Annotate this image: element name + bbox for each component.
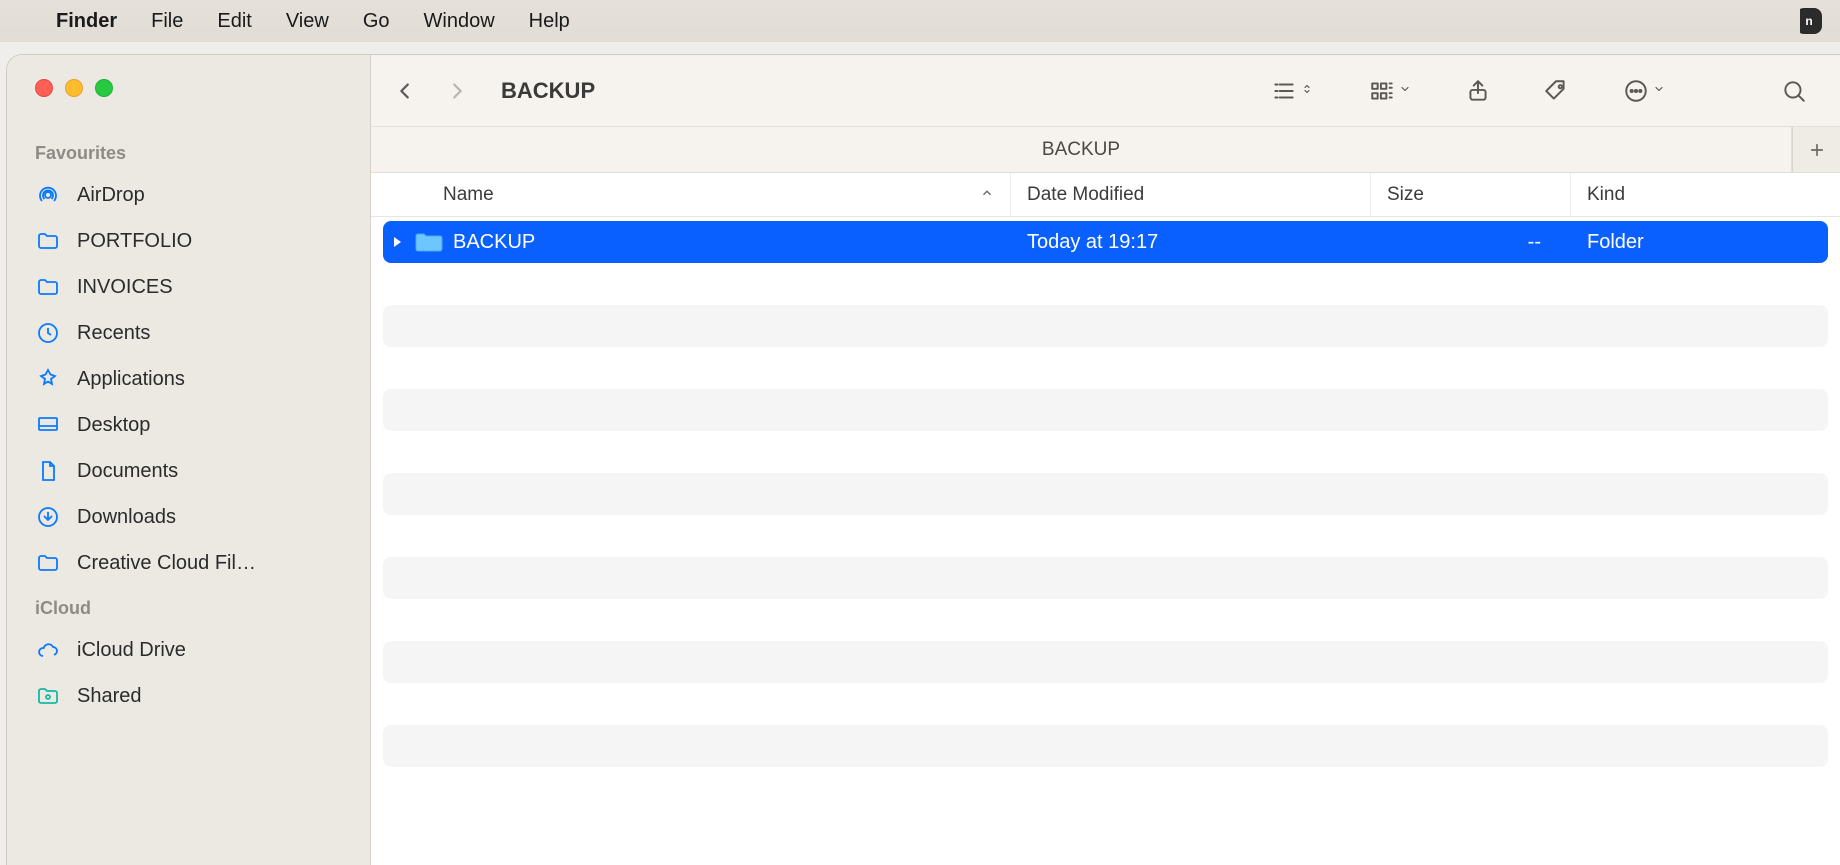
airdrop-icon xyxy=(35,183,61,207)
file-name: BACKUP xyxy=(453,231,535,254)
sidebar-item-label: AirDrop xyxy=(77,184,145,207)
desktop-icon xyxy=(35,413,61,437)
empty-row: . xyxy=(383,347,1828,389)
sidebar-item-applications[interactable]: Applications xyxy=(7,356,370,402)
sidebar-item-label: Creative Cloud Fil… xyxy=(77,552,256,575)
chevron-down-icon xyxy=(1399,82,1411,100)
menubar-app-icon[interactable]: n xyxy=(1796,8,1822,34)
main-pane: BACKUP xyxy=(371,55,1840,865)
share-button[interactable] xyxy=(1452,69,1504,113)
new-tab-button[interactable] xyxy=(1792,127,1840,172)
sidebar-item-label: Documents xyxy=(77,460,178,483)
column-label: Size xyxy=(1387,184,1424,206)
view-mode-button[interactable] xyxy=(1256,69,1328,113)
column-size[interactable]: Size xyxy=(1371,173,1571,216)
zoom-window-button[interactable] xyxy=(95,79,113,97)
menu-file[interactable]: File xyxy=(151,10,183,33)
clock-icon xyxy=(35,321,61,345)
sidebar-item-invoices[interactable]: INVOICES xyxy=(7,264,370,310)
folder-icon xyxy=(35,551,61,575)
column-date-modified[interactable]: Date Modified xyxy=(1011,173,1371,216)
column-label: Date Modified xyxy=(1027,184,1144,206)
menu-app-name[interactable]: Finder xyxy=(56,10,117,33)
sidebar-item-label: Shared xyxy=(77,685,142,708)
file-date: Today at 19:17 xyxy=(1011,231,1371,254)
window-controls xyxy=(7,79,370,97)
search-button[interactable] xyxy=(1768,69,1820,113)
sidebar-item-label: PORTFOLIO xyxy=(77,230,192,253)
column-label: Name xyxy=(443,184,494,206)
disclosure-triangle-icon[interactable] xyxy=(389,236,405,248)
sidebar-item-icloud-drive[interactable]: iCloud Drive xyxy=(7,627,370,673)
group-by-button[interactable] xyxy=(1354,69,1426,113)
sidebar-item-label: INVOICES xyxy=(77,276,173,299)
file-row[interactable]: BACKUP Today at 19:17 -- Folder xyxy=(383,221,1828,263)
file-kind: Folder xyxy=(1571,231,1828,254)
column-name[interactable]: Name xyxy=(371,173,1011,216)
macos-menubar: Finder File Edit View Go Window Help n xyxy=(0,0,1840,42)
nav-back-button[interactable] xyxy=(383,69,427,113)
file-list: BACKUP Today at 19:17 -- Folder . . . . … xyxy=(371,217,1840,865)
sidebar: Favourites AirDrop PORTFOLIO INVOICES Re… xyxy=(7,55,371,865)
sidebar-item-shared[interactable]: Shared xyxy=(7,673,370,719)
empty-row: . xyxy=(383,641,1828,683)
nav-forward-button[interactable] xyxy=(435,69,479,113)
sort-ascending-icon xyxy=(980,184,994,206)
sidebar-item-desktop[interactable]: Desktop xyxy=(7,402,370,448)
toolbar: BACKUP xyxy=(371,55,1840,127)
empty-row: . xyxy=(383,263,1828,305)
chevron-down-icon xyxy=(1653,82,1665,100)
sidebar-item-label: Applications xyxy=(77,368,185,391)
downloads-icon xyxy=(35,505,61,529)
document-icon xyxy=(35,459,61,483)
menu-view[interactable]: View xyxy=(286,10,329,33)
file-size: -- xyxy=(1371,231,1571,254)
sidebar-item-label: iCloud Drive xyxy=(77,639,186,662)
column-headers: Name Date Modified Size Kind xyxy=(371,173,1840,217)
folder-icon xyxy=(35,275,61,299)
folder-icon xyxy=(415,231,443,253)
sidebar-item-creative-cloud[interactable]: Creative Cloud Fil… xyxy=(7,540,370,586)
sidebar-section-icloud: iCloud xyxy=(7,598,370,619)
menu-edit[interactable]: Edit xyxy=(217,10,251,33)
tags-button[interactable] xyxy=(1530,69,1582,113)
empty-row: . xyxy=(383,557,1828,599)
stepper-icon xyxy=(1301,82,1313,100)
minimize-window-button[interactable] xyxy=(65,79,83,97)
sidebar-item-documents[interactable]: Documents xyxy=(7,448,370,494)
window-title: BACKUP xyxy=(501,78,595,104)
sidebar-item-portfolio[interactable]: PORTFOLIO xyxy=(7,218,370,264)
applications-icon xyxy=(35,367,61,391)
menu-window[interactable]: Window xyxy=(424,10,495,33)
menu-help[interactable]: Help xyxy=(529,10,570,33)
empty-row: . xyxy=(383,431,1828,473)
column-kind[interactable]: Kind xyxy=(1571,173,1840,216)
folder-icon xyxy=(35,229,61,253)
tab-current[interactable]: BACKUP xyxy=(371,127,1792,172)
close-window-button[interactable] xyxy=(35,79,53,97)
action-menu-button[interactable] xyxy=(1608,69,1680,113)
tab-label: BACKUP xyxy=(1042,139,1120,161)
empty-row: . xyxy=(383,473,1828,515)
sidebar-item-downloads[interactable]: Downloads xyxy=(7,494,370,540)
menu-go[interactable]: Go xyxy=(363,10,390,33)
empty-row: . xyxy=(383,599,1828,641)
finder-window: Favourites AirDrop PORTFOLIO INVOICES Re… xyxy=(6,54,1840,865)
empty-row: . xyxy=(383,515,1828,557)
sidebar-item-label: Recents xyxy=(77,322,150,345)
tab-bar: BACKUP xyxy=(371,127,1840,173)
empty-row: . xyxy=(383,725,1828,767)
column-label: Kind xyxy=(1587,184,1625,206)
sidebar-item-label: Downloads xyxy=(77,506,176,529)
sidebar-section-favourites: Favourites xyxy=(7,143,370,164)
sidebar-item-recents[interactable]: Recents xyxy=(7,310,370,356)
empty-row: . xyxy=(383,683,1828,725)
empty-row: . xyxy=(383,389,1828,431)
cloud-icon xyxy=(35,638,61,662)
shared-folder-icon xyxy=(35,684,61,708)
empty-row: . xyxy=(383,305,1828,347)
sidebar-item-label: Desktop xyxy=(77,414,150,437)
sidebar-item-airdrop[interactable]: AirDrop xyxy=(7,172,370,218)
